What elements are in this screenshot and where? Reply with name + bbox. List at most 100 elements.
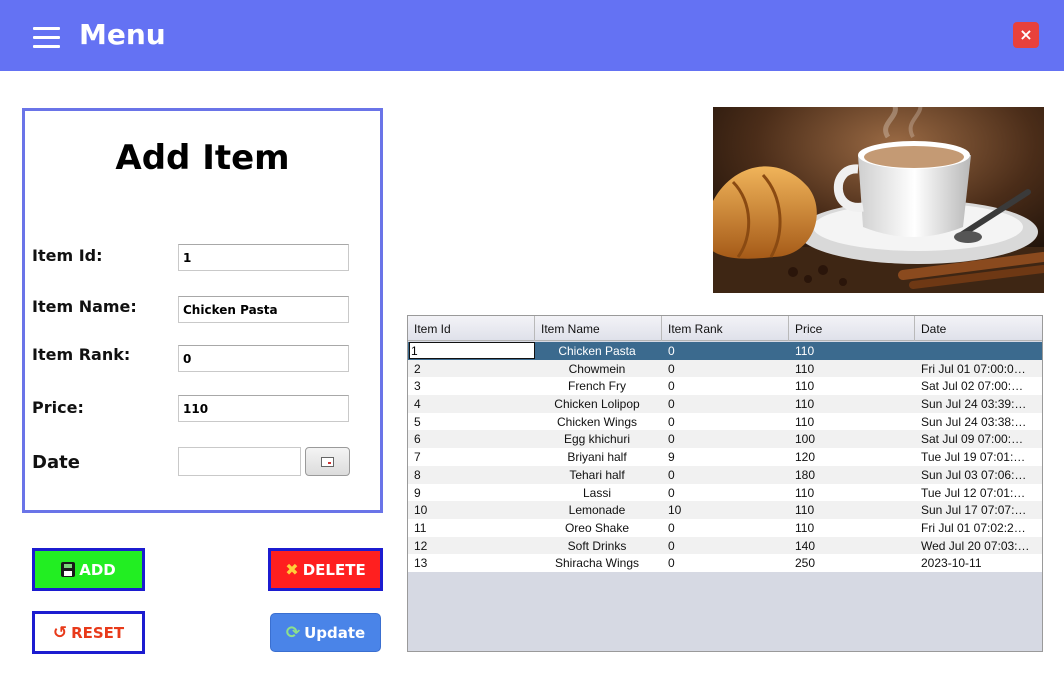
column-header-price[interactable]: Price <box>789 316 915 341</box>
cell-item-name: Briyani half <box>567 450 627 465</box>
column-header-item-rank[interactable]: Item Rank <box>662 316 789 341</box>
cell-item-id: 2 <box>414 361 421 376</box>
cell-price: 110 <box>795 379 815 394</box>
cell-price: 110 <box>795 361 815 376</box>
cell-price: 110 <box>795 414 815 429</box>
close-button[interactable]: × <box>1013 22 1039 48</box>
cell-price: 110 <box>795 397 815 412</box>
save-icon <box>61 562 76 577</box>
cell-item-id: 10 <box>414 503 428 518</box>
add-button-label: ADD <box>79 560 116 579</box>
cell-date: Sun Jul 24 03:39:… <box>921 397 1027 412</box>
cell-item-name: Shiracha Wings <box>554 556 640 571</box>
cell-date: Sun Jul 24 03:38:… <box>921 414 1027 429</box>
cell-item-name: Chicken Pasta <box>558 344 636 358</box>
cell-item-name: French Fry <box>567 379 626 394</box>
cell-date: Sun Jul 17 07:07:… <box>921 503 1027 518</box>
cell-date: Sat Jul 02 07:00:… <box>921 379 1024 394</box>
delete-button-label: DELETE <box>302 560 366 579</box>
cell-item-id: 13 <box>414 556 428 571</box>
cell-item-name: Oreo Shake <box>564 520 630 535</box>
app-header: Menu × <box>0 0 1064 71</box>
table-row[interactable]: 2 Chowmein 0 110 Fri Jul 01 07:00:0… <box>408 359 1042 378</box>
item-id-label: Item Id: <box>32 246 103 265</box>
price-input[interactable]: 110 <box>178 395 349 422</box>
cell-price: 100 <box>795 432 816 447</box>
cell-item-id: 1 <box>411 344 418 358</box>
delete-button[interactable]: ✖ DELETE <box>268 548 383 591</box>
table-row[interactable]: 5 Chicken Wings 0 110 Sun Jul 24 03:38:… <box>408 412 1042 431</box>
table-row[interactable]: 13 Shiracha Wings 0 250 2023-10-11 <box>408 554 1042 572</box>
cell-date: Tue Jul 12 07:01:… <box>921 485 1026 500</box>
cell-item-rank: 0 <box>668 467 675 482</box>
cell-price: 180 <box>795 467 816 482</box>
cell-price: 110 <box>795 485 815 500</box>
date-label: Date <box>32 452 80 473</box>
table-row[interactable]: 11 Oreo Shake 0 110 Fri Jul 01 07:02:2… <box>408 518 1042 537</box>
cell-price: 110 <box>795 503 815 518</box>
delete-x-icon: ✖ <box>285 560 299 579</box>
coffee-photo-illustration <box>713 107 1044 293</box>
cell-item-id: 3 <box>414 379 421 394</box>
table-row[interactable]: 12 Soft Drinks 0 140 Wed Jul 20 07:03:… <box>408 536 1042 555</box>
cell-price: 110 <box>795 520 815 535</box>
table-row[interactable]: 9 Lassi 0 110 Tue Jul 12 07:01:… <box>408 483 1042 502</box>
table-row[interactable]: 8 Tehari half 0 180 Sun Jul 03 07:06:… <box>408 465 1042 484</box>
cell-item-id: 6 <box>414 432 421 447</box>
cell-date: Fri Jul 01 07:02:2… <box>921 520 1026 535</box>
cell-item-rank: 0 <box>668 520 675 535</box>
column-header-item-id[interactable]: Item Id <box>408 316 535 341</box>
add-button[interactable]: ADD <box>32 548 145 591</box>
refresh-icon: ⟳ <box>285 622 301 643</box>
table-row[interactable]: 7 Briyani half 9 120 Tue Jul 19 07:01:… <box>408 448 1042 466</box>
cell-item-id: 11 <box>414 520 427 535</box>
cell-date: Tue Jul 19 07:01:… <box>921 450 1026 465</box>
cell-item-name: Chowmein <box>568 361 626 376</box>
cell-item-rank: 0 <box>668 379 675 394</box>
table-row[interactable]: 10 Lemonade 10 110 Sun Jul 17 07:07:… <box>408 501 1042 519</box>
cell-item-name: Chicken Wings <box>556 414 638 429</box>
cell-item-name: Soft Drinks <box>567 538 627 553</box>
cell-item-id: 4 <box>414 397 421 412</box>
cell-item-id: 5 <box>414 414 421 429</box>
cell-date: Fri Jul 01 07:00:0… <box>921 361 1026 376</box>
column-header-date[interactable]: Date <box>915 316 1042 341</box>
date-input[interactable] <box>178 447 301 476</box>
hamburger-menu-icon[interactable] <box>33 27 60 49</box>
price-label: Price: <box>32 398 84 417</box>
cell-item-name: Chicken Lolipop <box>554 397 640 412</box>
date-picker-button[interactable] <box>305 447 350 476</box>
cell-item-rank: 0 <box>668 538 675 553</box>
update-button[interactable]: ⟳ Update <box>270 613 381 652</box>
cell-item-id: 12 <box>414 538 428 553</box>
cell-price: 250 <box>795 556 816 571</box>
item-name-input[interactable]: Chicken Pasta <box>178 296 349 323</box>
table-row[interactable]: 6 Egg khichuri 0 100 Sat Jul 09 07:00:… <box>408 430 1042 449</box>
calendar-icon <box>321 457 334 467</box>
column-header-item-name[interactable]: Item Name <box>535 316 662 341</box>
items-table: Item Id Item Name Item Rank Price Date 1… <box>407 315 1043 652</box>
cell-date: Wed Jul 20 07:03:… <box>921 538 1030 553</box>
item-name-label: Item Name: <box>32 297 137 316</box>
cell-item-rank: 10 <box>668 503 682 518</box>
add-item-panel: Add Item Item Id: 1 Item Name: Chicken P… <box>22 108 383 513</box>
cell-price: 110 <box>795 344 815 358</box>
cell-item-rank: 0 <box>668 556 675 571</box>
cell-item-id: 7 <box>414 450 421 465</box>
page-title: Menu <box>79 18 166 51</box>
reset-button[interactable]: ↺ RESET <box>32 611 145 654</box>
table-row[interactable]: 4 Chicken Lolipop 0 110 Sun Jul 24 03:39:… <box>408 395 1042 413</box>
cell-item-name: Tehari half <box>569 467 625 482</box>
item-rank-label: Item Rank: <box>32 345 131 364</box>
cell-item-name: Lassi <box>582 485 611 500</box>
item-rank-input[interactable]: 0 <box>178 345 349 372</box>
cell-item-rank: 0 <box>668 414 675 429</box>
item-id-input[interactable]: 1 <box>178 244 349 271</box>
cell-item-id: 9 <box>414 485 421 500</box>
table-row[interactable]: 3 French Fry 0 110 Sat Jul 02 07:00:… <box>408 377 1042 396</box>
cell-item-rank: 0 <box>668 397 675 412</box>
cell-item-rank: 0 <box>668 432 675 447</box>
cell-item-rank: 0 <box>668 344 675 358</box>
table-row[interactable]: 1 Chicken Pasta 0 110 <box>408 342 1042 360</box>
update-button-label: Update <box>304 623 366 642</box>
